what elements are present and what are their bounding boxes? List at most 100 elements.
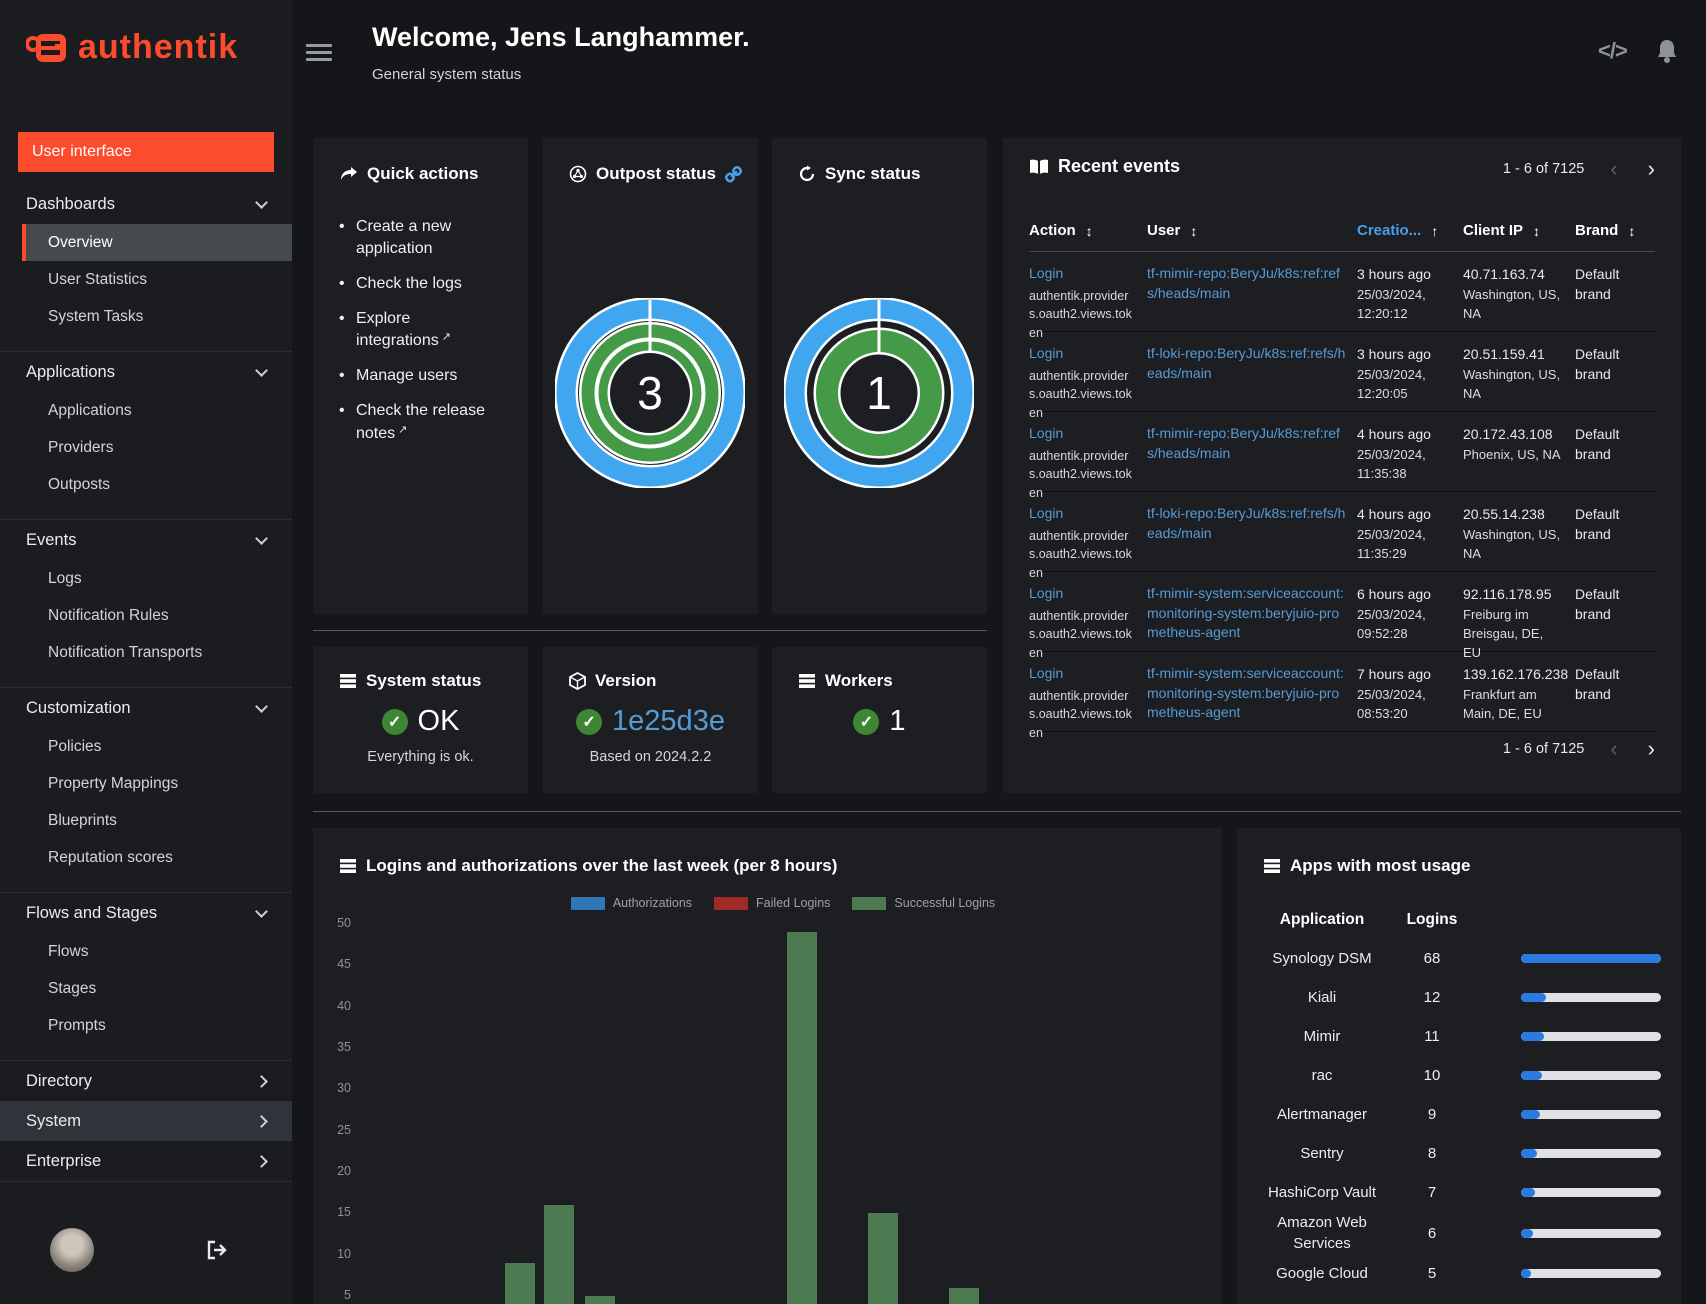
- event-location: Washington, US, NA: [1463, 367, 1561, 402]
- quick-action-link[interactable]: Check the release notes↗: [339, 400, 509, 444]
- event-user-link[interactable]: tf-mimir-repo:BeryJu/k8s:ref:refs/heads/…: [1147, 424, 1347, 463]
- sidebar-item-system-tasks[interactable]: System Tasks: [0, 298, 292, 335]
- event-location: Washington, US, NA: [1463, 287, 1561, 322]
- event-action-link[interactable]: Login: [1029, 344, 1141, 364]
- authentik-logo[interactable]: authentik: [26, 28, 238, 67]
- quick-action-link[interactable]: Check the logs: [339, 273, 509, 295]
- event-action-link[interactable]: Login: [1029, 264, 1141, 284]
- event-user-link[interactable]: tf-mimir-repo:BeryJu/k8s:ref:refs/heads/…: [1147, 264, 1347, 303]
- column-header-client-ip[interactable]: Client IP ↕: [1463, 222, 1575, 239]
- column-header-action[interactable]: Action ↕: [1029, 222, 1147, 239]
- api-code-icon[interactable]: </>: [1598, 38, 1628, 64]
- column-header-user[interactable]: User ↕: [1147, 222, 1357, 239]
- sort-icon: ↕: [1628, 222, 1636, 239]
- sidebar-section-header[interactable]: Dashboards: [0, 184, 292, 224]
- quick-action-link[interactable]: Create a new application: [339, 216, 509, 260]
- event-client-ip-cell: 20.51.159.41 Washington, US, NA: [1463, 344, 1575, 423]
- external-link-icon: ↗: [398, 423, 408, 436]
- column-header-creatio-[interactable]: Creatio... ↑: [1357, 222, 1463, 239]
- sidebar-item-enterprise[interactable]: Enterprise: [0, 1141, 292, 1181]
- sidebar-section-header[interactable]: Applications: [0, 352, 292, 392]
- outpost-link-icon[interactable]: [724, 165, 742, 183]
- app-usage-progressbar: [1521, 993, 1661, 1002]
- event-timestamp: 25/03/2024, 11:35:29: [1357, 527, 1426, 562]
- sidebar-item-prompts[interactable]: Prompts: [0, 1007, 292, 1044]
- event-location: Washington, US, NA: [1463, 527, 1561, 562]
- sidebar-item-directory[interactable]: Directory: [0, 1061, 292, 1101]
- sidebar-section-header[interactable]: Flows and Stages: [0, 893, 292, 933]
- column-header-brand[interactable]: Brand ↕: [1575, 222, 1655, 239]
- authentik-wordmark: authentik: [78, 28, 239, 66]
- sidebar-item-stages[interactable]: Stages: [0, 970, 292, 1007]
- legend-item-authorizations[interactable]: Authorizations: [570, 896, 692, 910]
- event-user-link[interactable]: tf-mimir-system:serviceaccount:monitorin…: [1147, 584, 1347, 643]
- sidebar-item-policies[interactable]: Policies: [0, 728, 292, 765]
- app-name: rac: [1311, 1067, 1333, 1084]
- sidebar-item-system[interactable]: System: [0, 1101, 292, 1141]
- chevron-down-icon: [255, 531, 268, 545]
- version-value-link[interactable]: 1e25d3e: [612, 705, 725, 738]
- user-interface-button[interactable]: User interface: [18, 132, 274, 172]
- table-header-row: Action ↕ User ↕ Creatio... ↑ Client IP ↕ Brand ↕: [1029, 222, 1655, 239]
- event-user-link[interactable]: tf-mimir-system:serviceaccount:monitorin…: [1147, 664, 1347, 723]
- ok-check-icon: ✓: [381, 708, 408, 735]
- recent-events-card: Recent events 1 - 6 of 7125 ‹ › Action ↕ U…: [1003, 138, 1681, 793]
- column-label: Client IP: [1463, 222, 1524, 239]
- legend-item-successful-logins[interactable]: Successful Logins: [852, 896, 995, 910]
- event-timestamp: 25/03/2024, 09:52:28: [1357, 607, 1426, 642]
- pagination-next-icon[interactable]: ›: [1648, 738, 1655, 760]
- sidebar-item-flows[interactable]: Flows: [0, 933, 292, 970]
- sidebar-item-applications[interactable]: Applications: [0, 392, 292, 429]
- event-timestamp: 25/03/2024, 08:53:20: [1357, 687, 1426, 722]
- sidebar-section-flows-and-stages: Flows and Stages Flows Stages Prompts: [0, 893, 292, 1061]
- event-user-cell: tf-mimir-repo:BeryJu/k8s:ref:refs/heads/…: [1147, 424, 1357, 503]
- sidebar-item-blueprints[interactable]: Blueprints: [0, 802, 292, 839]
- event-ip: 139.162.176.238: [1463, 666, 1569, 682]
- outpost-status-donut: 3: [554, 297, 746, 493]
- chart-bar-successful-logins: [584, 1296, 615, 1304]
- system-status-subtitle: Everything is ok.: [367, 749, 474, 765]
- y-axis-tick: 45: [337, 957, 351, 972]
- event-action-link[interactable]: Login: [1029, 424, 1141, 444]
- legend-item-failed-logins[interactable]: Failed Logins: [714, 896, 830, 910]
- event-action-link[interactable]: Login: [1029, 504, 1141, 524]
- sidebar-item-outposts[interactable]: Outposts: [0, 466, 292, 503]
- app-name: Synology DSM: [1272, 950, 1372, 967]
- pagination-prev-icon[interactable]: ‹: [1610, 738, 1617, 760]
- event-action-link[interactable]: Login: [1029, 584, 1141, 604]
- sort-icon: ↕: [1190, 222, 1198, 239]
- sidebar-item-user-statistics[interactable]: User Statistics: [0, 261, 292, 298]
- logout-icon[interactable]: [206, 1240, 228, 1265]
- recent-events-title: Recent events: [1029, 156, 1180, 177]
- event-user-link[interactable]: tf-loki-repo:BeryJu/k8s:ref:refs/heads/m…: [1147, 344, 1347, 383]
- sidebar-section-header[interactable]: Customization: [0, 688, 292, 728]
- app-name: Amazon Web Services: [1277, 1214, 1367, 1252]
- event-action-link[interactable]: Login: [1029, 664, 1141, 684]
- sidebar-item-notification-transports[interactable]: Notification Transports: [0, 634, 292, 671]
- menu-toggle-icon[interactable]: [306, 44, 332, 65]
- sidebar-section-label: Customization: [26, 698, 131, 717]
- quick-action-link[interactable]: Manage users: [339, 365, 509, 387]
- sidebar-item-property-mappings[interactable]: Property Mappings: [0, 765, 292, 802]
- app-usage-progress-fill: [1521, 1071, 1542, 1080]
- sidebar-item-reputation-scores[interactable]: Reputation scores: [0, 839, 292, 876]
- legend-swatch: [714, 896, 749, 910]
- notifications-bell-icon[interactable]: [1655, 38, 1679, 69]
- sidebar-item-overview[interactable]: Overview: [22, 224, 292, 261]
- event-user-link[interactable]: tf-loki-repo:BeryJu/k8s:ref:refs/heads/m…: [1147, 504, 1347, 543]
- sidebar-section-header[interactable]: Events: [0, 520, 292, 560]
- row-divider: [313, 630, 987, 631]
- sidebar-footer-divider: [0, 1181, 292, 1182]
- avatar[interactable]: [50, 1228, 94, 1272]
- sidebar-item-notification-rules[interactable]: Notification Rules: [0, 597, 292, 634]
- sidebar-item-logs[interactable]: Logs: [0, 560, 292, 597]
- pagination-next-icon[interactable]: ›: [1648, 158, 1655, 180]
- event-timestamp: 25/03/2024, 11:35:38: [1357, 447, 1426, 482]
- sidebar-item-providers[interactable]: Providers: [0, 429, 292, 466]
- app-usage-progressbar: [1521, 954, 1661, 963]
- event-ip: 40.71.163.74: [1463, 266, 1545, 282]
- pagination-prev-icon[interactable]: ‹: [1610, 158, 1617, 180]
- event-context: authentik.providers.oauth2.views.token: [1029, 688, 1132, 741]
- event-context: authentik.providers.oauth2.views.token: [1029, 448, 1132, 501]
- quick-action-link[interactable]: Explore integrations↗: [339, 308, 509, 352]
